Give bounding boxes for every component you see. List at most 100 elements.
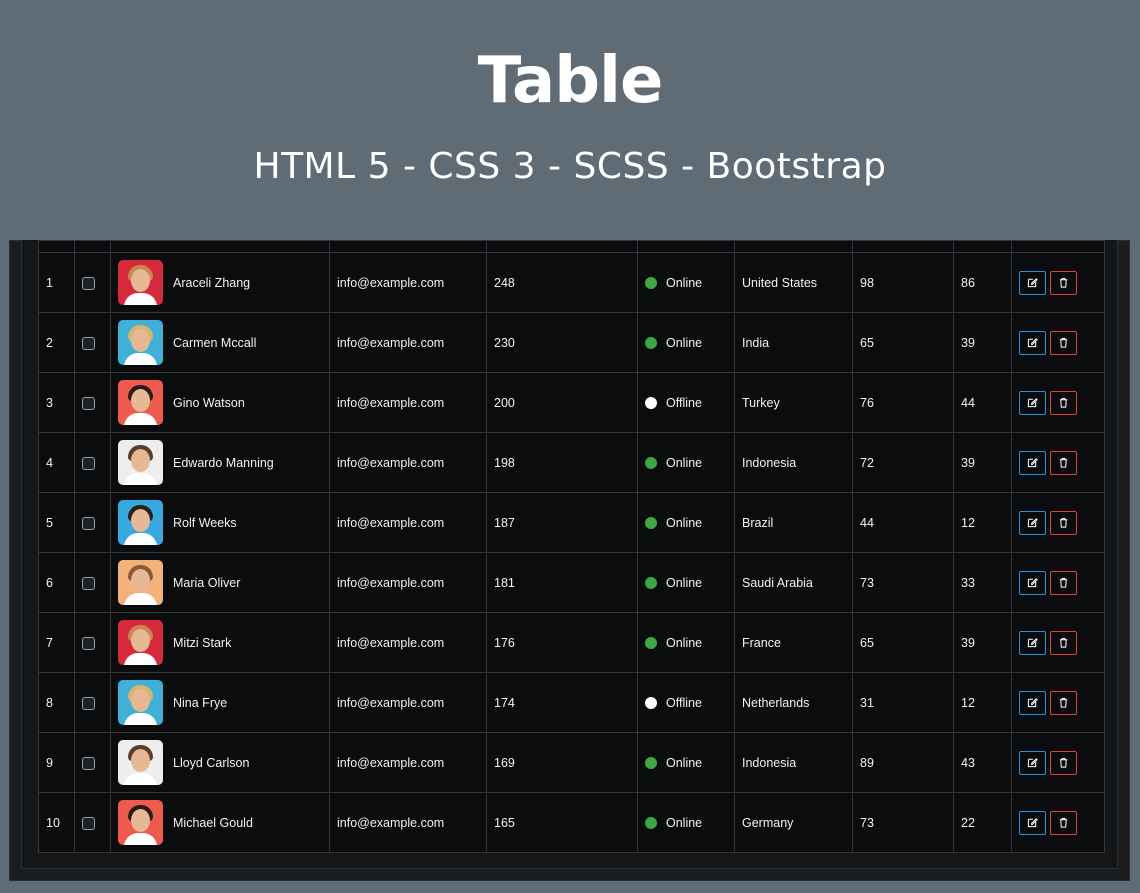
edit-button[interactable] [1019,510,1046,535]
edit-button[interactable] [1019,390,1046,415]
table-row: 10 Michael Gould info@example.com 165 Online… [38,792,1105,853]
edit-button[interactable] [1019,450,1046,475]
value-cell-1: 65 [852,312,954,373]
status-dot-icon [645,336,657,349]
row-number: 10 [38,792,75,853]
edit-icon [1027,818,1038,828]
table-row: 5 Rolf Weeks info@example.com 187 Online Braz… [38,492,1105,553]
edit-button[interactable] [1019,570,1046,595]
avatar-face [131,809,150,832]
edit-button[interactable] [1019,750,1046,775]
row-number: 3 [38,372,75,433]
table-container[interactable]: 1 Araceli Zhang info@example.com 248 Online U… [38,240,1105,853]
delete-button[interactable] [1050,390,1077,415]
status-dot-icon [645,696,657,709]
table-row: 6 Maria Oliver info@example.com 181 Online Sa… [38,552,1105,613]
delete-button[interactable] [1050,690,1077,715]
trash-icon [1059,337,1068,348]
status-indicator: Offline [645,396,727,410]
trash-icon [1059,517,1068,528]
avatar [118,500,163,545]
value-cell-2: 39 [953,312,1012,373]
row-checkbox[interactable] [82,816,95,830]
row-select-cell [74,252,111,313]
table-row: 2 Carmen Mccall info@example.com 230 Online I… [38,312,1105,373]
avatar-shirt [124,713,157,725]
value-cell-1: 98 [852,252,954,313]
trash-icon [1059,457,1068,468]
avatar-face [131,449,150,472]
edit-button[interactable] [1019,690,1046,715]
status-cell: Offline [637,372,735,433]
row-checkbox[interactable] [82,696,95,710]
score-cell: 200 [486,372,638,433]
delete-button[interactable] [1050,630,1077,655]
status-label: Offline [666,395,702,410]
delete-button[interactable] [1050,750,1077,775]
value-cell-1: 44 [852,492,954,553]
row-checkbox[interactable] [82,336,95,350]
edit-button[interactable] [1019,810,1046,835]
row-checkbox[interactable] [82,276,95,290]
delete-button[interactable] [1050,270,1077,295]
row-checkbox[interactable] [82,396,95,410]
user-name: Araceli Zhang [173,275,251,290]
avatar-face [131,629,150,652]
delete-button[interactable] [1050,450,1077,475]
email-cell: info@example.com [329,792,487,853]
avatar-shirt [124,653,157,665]
trash-icon [1059,697,1068,708]
value-cell-2: 44 [953,372,1012,433]
avatar-face [131,749,150,772]
row-select-cell [74,312,111,373]
page-title: Table [477,44,664,118]
value-cell-2: 39 [953,612,1012,673]
user-cell: Mitzi Stark [110,612,330,673]
user-cell: Michael Gould [110,792,330,853]
actions-cell [1011,252,1105,313]
status-indicator: Online [645,336,727,350]
value-cell-1: 72 [852,432,954,493]
trash-icon [1059,397,1068,408]
value-cell-2: 86 [953,252,1012,313]
status-dot-icon [645,756,657,769]
row-checkbox[interactable] [82,576,95,590]
user-name: Mitzi Stark [173,635,232,650]
email-cell: info@example.com [329,612,487,673]
status-label: Online [666,335,703,350]
delete-button[interactable] [1050,570,1077,595]
page-subtitle: HTML 5 - CSS 3 - SCSS - Bootstrap [253,146,887,187]
user-info: Gino Watson [118,380,322,425]
status-cell: Online [637,552,735,613]
avatar [118,740,163,785]
user-cell: Rolf Weeks [110,492,330,553]
edit-button[interactable] [1019,270,1046,295]
user-name: Gino Watson [173,395,245,410]
score-cell: 181 [486,552,638,613]
avatar-face [131,389,150,412]
delete-button[interactable] [1050,330,1077,355]
edit-button[interactable] [1019,330,1046,355]
email-cell: info@example.com [329,552,487,613]
status-dot-icon [645,456,657,469]
row-checkbox[interactable] [82,756,95,770]
avatar-face [131,269,150,292]
avatar-shirt [124,353,157,365]
country-cell: Saudi Arabia [734,552,853,613]
status-cell: Offline [637,672,735,733]
actions-cell [1011,312,1105,373]
edit-button[interactable] [1019,630,1046,655]
row-checkbox[interactable] [82,456,95,470]
row-checkbox[interactable] [82,516,95,530]
avatar [118,440,163,485]
user-name: Lloyd Carlson [173,755,250,770]
row-select-cell [74,492,111,553]
row-checkbox[interactable] [82,636,95,650]
status-cell: Online [637,432,735,493]
delete-button[interactable] [1050,810,1077,835]
value-cell-1: 89 [852,732,954,793]
row-number: 4 [38,432,75,493]
row-select-cell [74,552,111,613]
value-cell-2: 39 [953,432,1012,493]
delete-button[interactable] [1050,510,1077,535]
